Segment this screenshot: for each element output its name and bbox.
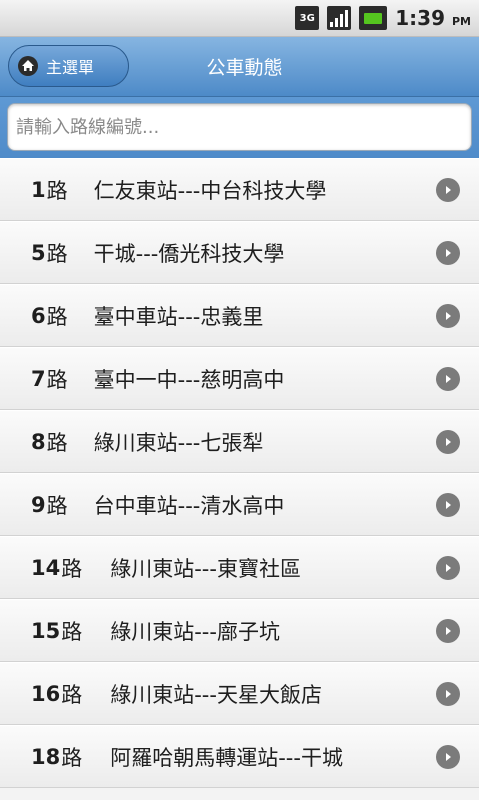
route-suffix: 路 bbox=[46, 493, 68, 518]
chevron-right-icon bbox=[436, 303, 460, 328]
chevron-right-icon bbox=[436, 492, 460, 517]
time-value: 1:39 bbox=[395, 6, 446, 30]
route-name: 干城---僑光科技大學 bbox=[93, 241, 285, 266]
route-list-item[interactable]: 6 路臺中車站---忠義里 bbox=[0, 284, 479, 347]
route-name: 綠川東站---廍子坑 bbox=[110, 619, 280, 644]
chevron-right-icon bbox=[436, 366, 460, 391]
route-list-item[interactable]: 7 路臺中一中---慈明高中 bbox=[0, 347, 479, 410]
route-list-item[interactable]: 14 路 綠川東站---東寶社區 bbox=[0, 536, 479, 599]
battery-icon bbox=[359, 6, 388, 30]
chevron-right-icon bbox=[436, 240, 460, 265]
route-suffix: 路 bbox=[46, 178, 68, 203]
route-list-item[interactable]: 1 路仁友東站---中台科技大學 bbox=[0, 158, 479, 221]
route-number: 5 bbox=[31, 240, 46, 265]
route-name: 綠川東站---東寶社區 bbox=[110, 556, 301, 581]
route-name: 阿羅哈朝馬轉運站---干城 bbox=[110, 745, 343, 770]
chevron-right-icon bbox=[436, 618, 460, 643]
route-suffix: 路 bbox=[61, 745, 83, 770]
route-name: 臺中車站---忠義里 bbox=[93, 304, 264, 329]
route-number: 18 bbox=[31, 744, 61, 769]
signal-icon bbox=[327, 6, 352, 30]
route-number: 1 bbox=[31, 177, 46, 202]
route-number: 14 bbox=[31, 555, 61, 580]
chevron-right-icon bbox=[436, 681, 460, 706]
route-number: 8 bbox=[31, 429, 46, 454]
route-name: 綠川東站---七張犁 bbox=[93, 430, 264, 455]
time-ampm: PM bbox=[451, 15, 471, 28]
route-suffix: 路 bbox=[61, 682, 83, 707]
route-list-item[interactable]: 16 路 綠川東站---天星大飯店 bbox=[0, 662, 479, 725]
route-list-item[interactable]: 15 路 綠川東站---廍子坑 bbox=[0, 599, 479, 662]
chevron-right-icon bbox=[436, 177, 460, 202]
route-list-item[interactable]: 8 路綠川東站---七張犁 bbox=[0, 410, 479, 473]
chevron-right-icon bbox=[436, 555, 460, 580]
header-bar: 公車動態 主選單 bbox=[0, 37, 479, 97]
route-name: 綠川東站---天星大飯店 bbox=[110, 682, 322, 707]
route-list: 1 路仁友東站---中台科技大學 5 路干城---僑光科技大學 6 路臺中車站---忠義里… bbox=[0, 158, 479, 788]
route-number: 6 bbox=[31, 303, 46, 328]
route-list-item[interactable]: 18 路 阿羅哈朝馬轉運站---干城 bbox=[0, 725, 479, 788]
network-3g-icon: 3G bbox=[295, 6, 320, 30]
home-menu-label: 主選單 bbox=[46, 58, 95, 77]
search-bar bbox=[0, 97, 479, 158]
chevron-right-icon bbox=[436, 744, 460, 769]
chevron-right-icon bbox=[436, 429, 460, 454]
status-time: 1:39 PM bbox=[395, 6, 471, 30]
route-suffix: 路 bbox=[61, 556, 83, 581]
route-number: 7 bbox=[31, 366, 46, 391]
route-suffix: 路 bbox=[46, 430, 68, 455]
route-suffix: 路 bbox=[46, 367, 68, 392]
route-number: 15 bbox=[31, 618, 61, 643]
route-list-item[interactable]: 5 路干城---僑光科技大學 bbox=[0, 221, 479, 284]
route-suffix: 路 bbox=[46, 241, 68, 266]
route-name: 臺中一中---慈明高中 bbox=[93, 367, 285, 392]
route-name: 台中車站---清水高中 bbox=[93, 493, 285, 518]
status-bar: 3G 1:39 PM bbox=[0, 0, 479, 37]
route-suffix: 路 bbox=[61, 619, 83, 644]
route-number: 16 bbox=[31, 681, 61, 706]
home-menu-button[interactable]: 主選單 bbox=[8, 45, 129, 87]
route-name: 仁友東站---中台科技大學 bbox=[93, 178, 327, 203]
route-suffix: 路 bbox=[46, 304, 68, 329]
home-icon bbox=[18, 56, 38, 76]
route-search-input[interactable] bbox=[7, 103, 472, 151]
route-number: 9 bbox=[31, 492, 46, 517]
network-label: 3G bbox=[299, 12, 315, 24]
route-list-item[interactable]: 9 路台中車站---清水高中 bbox=[0, 473, 479, 536]
